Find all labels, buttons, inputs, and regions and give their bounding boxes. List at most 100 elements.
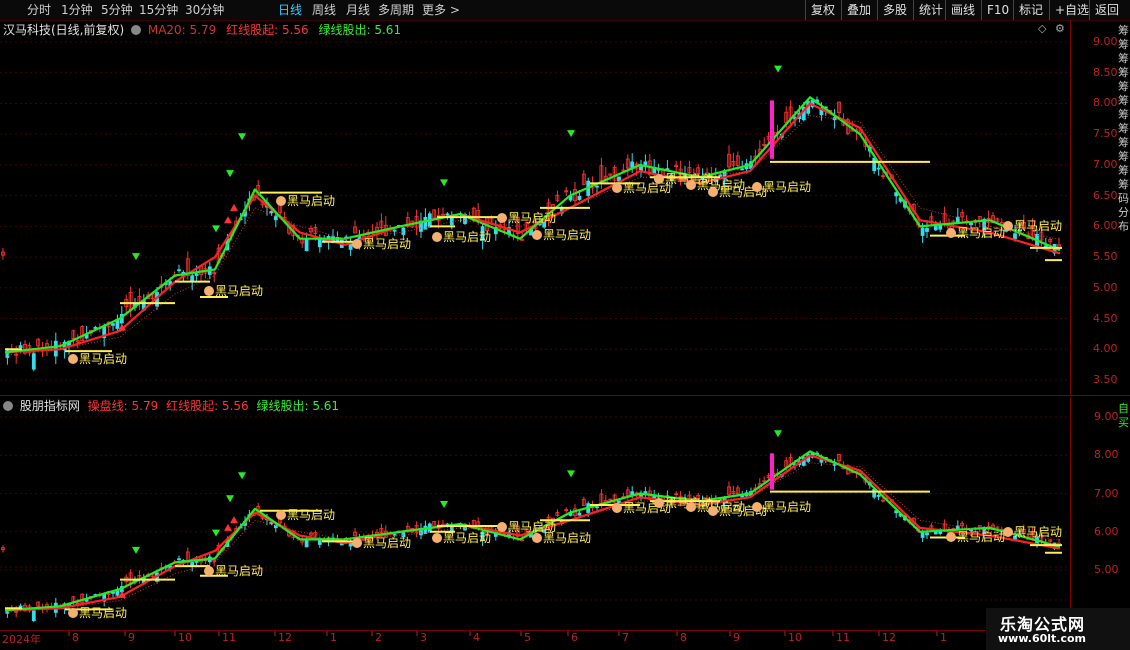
y-tick-label: 4.00 [1093,342,1118,356]
candle-body [401,227,406,235]
candle-body [520,238,525,241]
back-button[interactable]: 返回 [1089,0,1130,20]
hand-pointer-icon [68,608,78,618]
candle-body [111,323,115,326]
candle-body [194,273,199,276]
down-arrow-icon [226,170,234,178]
hand-pointer-icon [752,502,762,512]
watermark: 乐淘公式网 www.60lt.com [986,608,1130,650]
signal-text: 黑马启动 [215,284,264,298]
signal-label-heima: 黑马启动 [432,228,491,245]
hand-pointer-icon [946,532,956,542]
sub-y-axis-line [1070,397,1071,630]
spike-bar [770,453,774,490]
candle-body [872,488,877,498]
up-arrow-icon [230,203,238,211]
x-tick-label: 12 [882,631,896,644]
signal-label-heima: 黑马启动 [204,282,263,299]
y-tick-label: 8.50 [1093,65,1118,79]
signal-label-heima: 黑马启动 [352,534,411,551]
x-tick-label: 1 [330,631,337,644]
panel-divider [0,395,1130,396]
x-tick-label: 9 [733,631,740,644]
hand-pointer-icon [432,533,442,543]
y-tick-label: 4.50 [1093,311,1118,325]
signal-text: 黑马启动 [287,194,336,208]
chip-distribution-tab[interactable]: 筹筹筹筹筹筹筹筹筹筹筹筹码分布 [1118,24,1130,234]
signal-text: 黑马启动 [1014,219,1063,233]
candle-body [18,345,23,349]
sub-y-tick-label: 6.00 [1094,524,1119,538]
signal-label-heima: 黑马启动 [204,562,263,579]
candle-body [577,195,582,201]
down-arrow-icon [212,225,220,233]
signal-label-heima: 黑马启动 [752,178,811,195]
signal-label-heima: 黑马启动 [352,235,411,252]
y-tick-label: 7.50 [1093,127,1118,141]
candle-body [31,353,36,370]
down-arrow-icon [774,65,782,73]
down-arrow-icon [212,529,220,537]
candle-body [1013,233,1017,239]
down-arrow-icon [238,133,246,141]
sub-y-tick-label: 8.00 [1094,448,1119,462]
candle-body [577,512,582,516]
candle-body [392,229,397,232]
x-tick-label: 7 [622,631,629,644]
candle-body [740,168,745,171]
x-tick-label: 4 [473,631,480,644]
spike-bar [770,100,774,159]
down-arrow-icon [132,253,140,261]
x-tick-label: 5 [524,631,531,644]
candle-body [933,226,938,231]
x-tick-label: 1 [940,631,947,644]
hand-pointer-icon [654,498,664,508]
y-tick-label: 9.00 [1093,35,1118,48]
y-tick-label: 5.50 [1093,250,1118,264]
signal-text: 黑马启动 [763,180,812,194]
candle-body [876,167,881,170]
hand-pointer-icon [686,180,696,190]
signal-text: 黑马启动 [957,530,1006,544]
candle-body [194,560,199,563]
signal-text: 黑马启动 [957,226,1006,240]
candle-body [876,495,881,497]
signal-label-heima: 黑马启动 [276,506,335,523]
candle-body [31,610,36,621]
candle-body [269,211,274,214]
sub-y-tick-label: 7.00 [1094,486,1119,500]
hand-pointer-icon [612,183,622,193]
candle-body [740,495,745,498]
hand-pointer-icon [612,503,622,513]
hand-pointer-icon [352,239,362,249]
signal-label-heima: 黑马启动 [68,604,127,621]
y-tick-label: 5.00 [1093,280,1118,294]
hand-pointer-icon [532,230,542,240]
down-arrow-icon [226,495,234,503]
kline-chart[interactable] [0,0,1070,650]
signal-text: 黑马启动 [1014,525,1063,539]
x-tick-label: 10 [788,631,802,644]
hand-pointer-icon [204,566,214,576]
hand-pointer-icon [686,502,696,512]
signal-text: 黑马启动 [508,211,557,225]
down-arrow-icon [440,179,448,187]
x-tick-label: 11 [836,631,850,644]
y-tick-label: 7.00 [1093,157,1118,171]
candle-body [177,558,181,561]
hand-pointer-icon [1003,221,1013,231]
x-tick-label: 8 [72,631,79,644]
x-tick-label: 10 [178,631,192,644]
signal-label-heima: 黑马启动 [946,528,1005,545]
signal-label-heima: 黑马启动 [276,192,335,209]
signal-text: 黑马启动 [79,606,128,620]
down-arrow-icon [132,546,140,554]
watermark-url: www.60lt.com [998,632,1087,645]
down-arrow-icon [774,430,782,438]
signal-text: 黑马启动 [763,500,812,514]
hand-pointer-icon [432,232,442,242]
candle-body [595,506,599,509]
hand-pointer-icon [497,213,507,223]
candle-body [18,605,23,608]
hand-pointer-icon [276,510,286,520]
